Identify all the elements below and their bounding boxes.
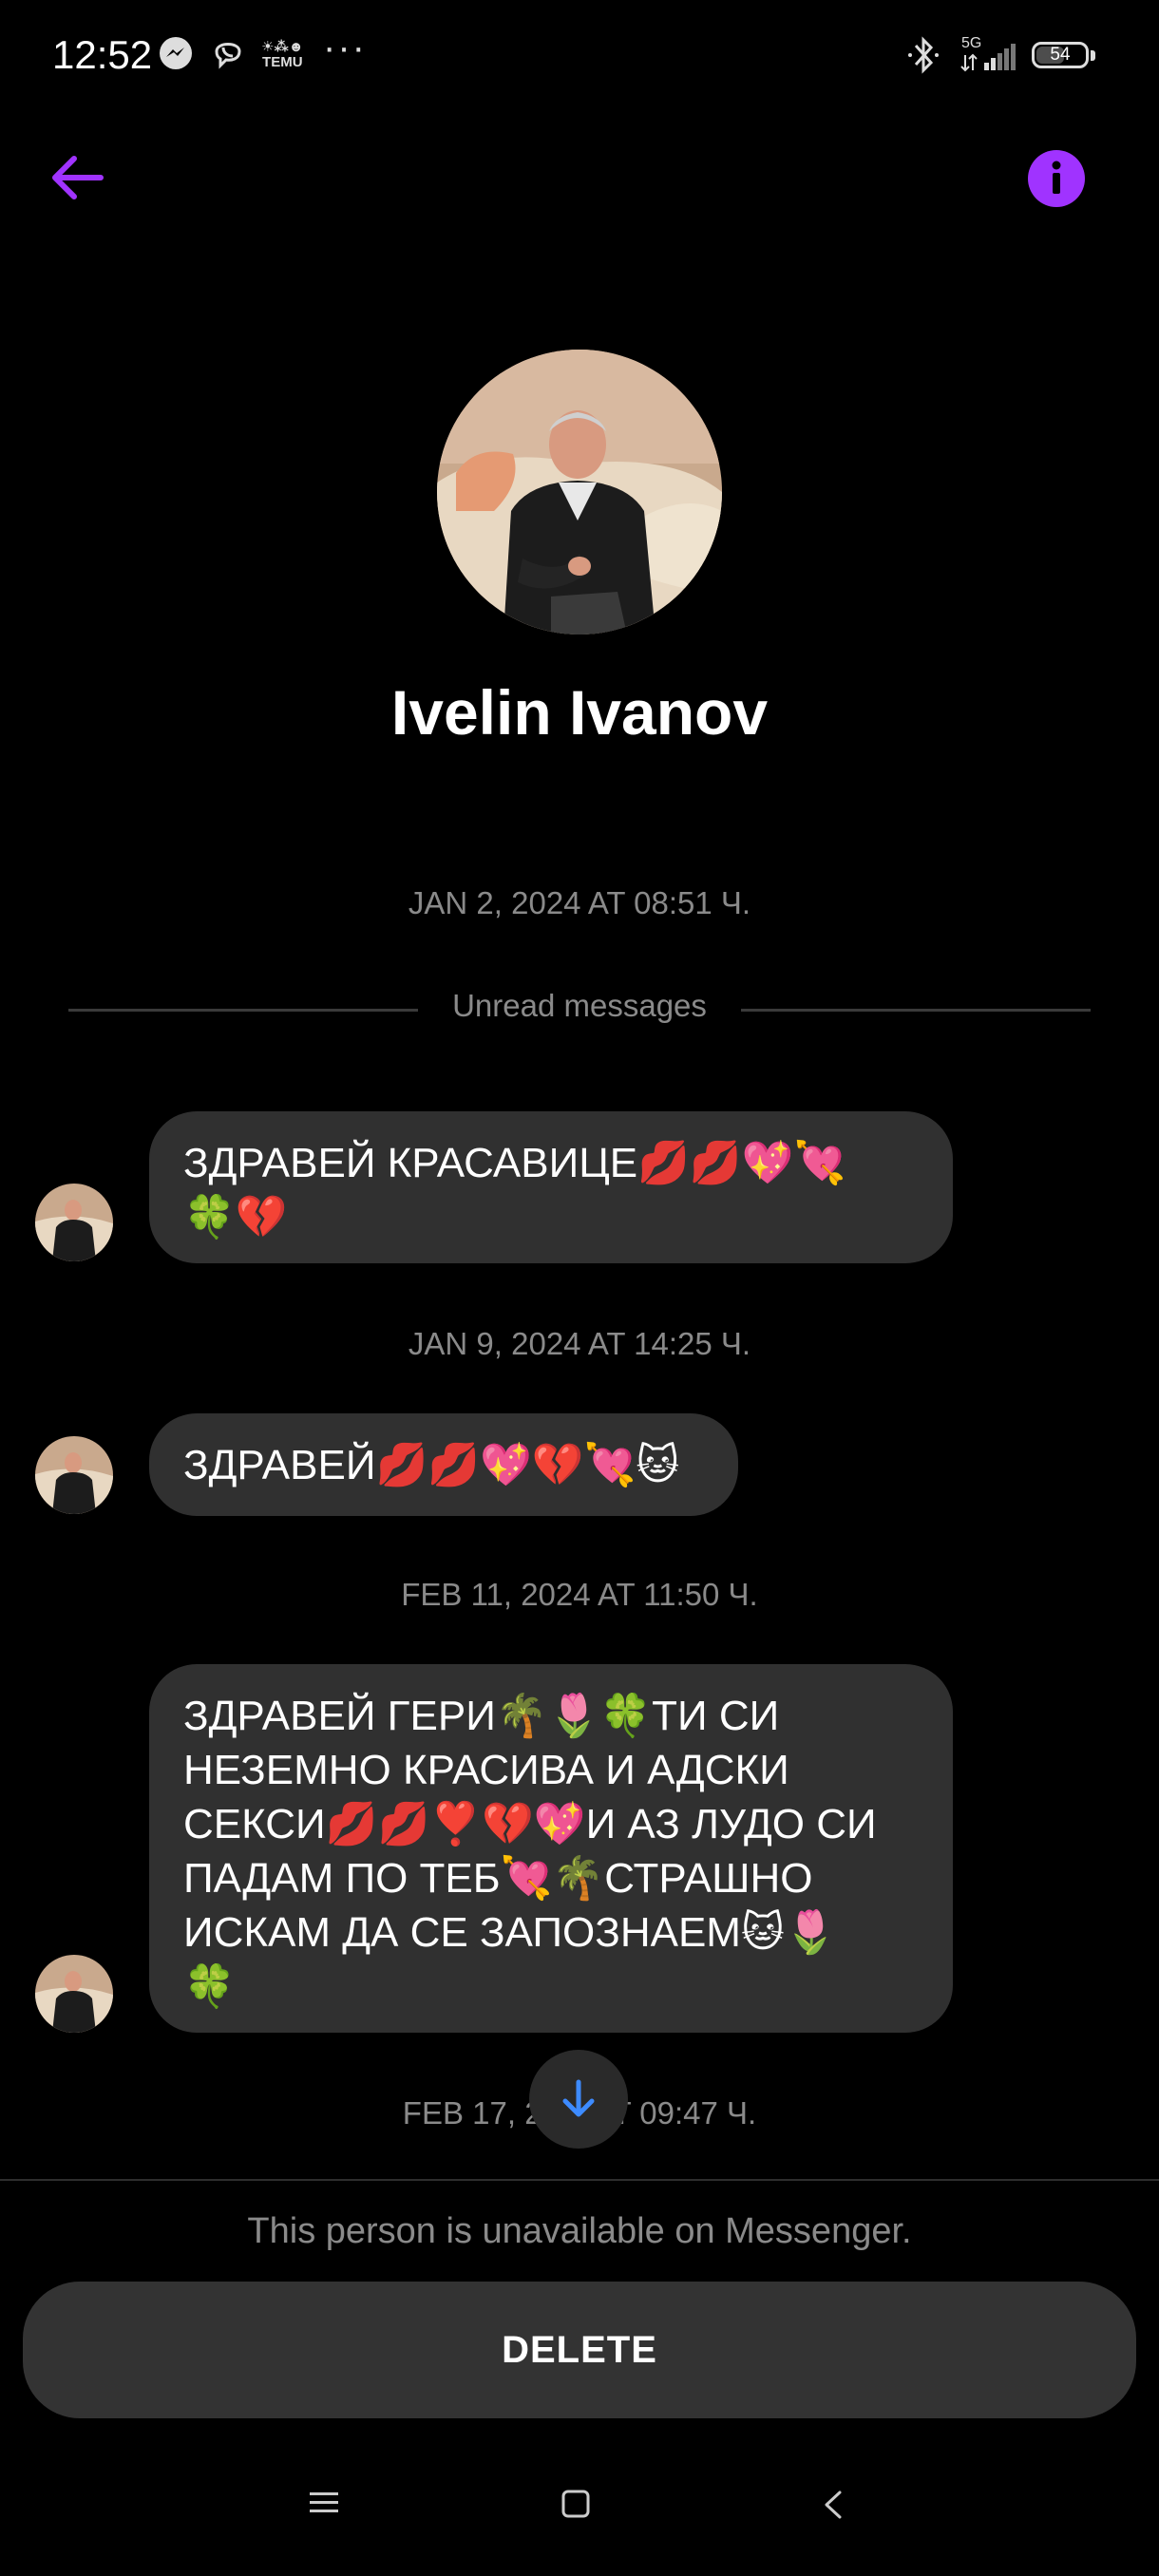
unread-divider: Unread messages xyxy=(68,988,1091,1033)
sender-avatar[interactable] xyxy=(35,1436,113,1514)
more-dots-icon: ··· xyxy=(323,27,367,68)
timestamp: JAN 2, 2024 AT 08:51 Ч. xyxy=(408,885,751,920)
timestamp: FEB 11, 2024 AT 11:50 Ч. xyxy=(401,1577,758,1612)
message-bubble[interactable]: ЗДРАВЕЙ💋💋💖💔💘🐱 xyxy=(149,1413,738,1516)
message-bubble[interactable]: ЗДРАВЕЙ ГЕРИ🌴🌷🍀ТИ СИ НЕЗЕМНО КРАСИВА И А… xyxy=(149,1664,953,2033)
unread-label: Unread messages xyxy=(452,988,707,1023)
arrow-down-icon xyxy=(562,2079,595,2117)
signal-5g-icon: 5G xyxy=(960,32,1020,72)
info-icon xyxy=(1052,161,1061,194)
scroll-to-bottom-button[interactable] xyxy=(529,2050,628,2149)
back-chevron-icon[interactable] xyxy=(819,2489,847,2521)
battery-level: 54 xyxy=(1050,45,1071,65)
menu-icon[interactable] xyxy=(308,2489,340,2517)
unavailable-notice: This person is unavailable on Messenger. xyxy=(247,2211,912,2251)
sender-avatar[interactable] xyxy=(35,1955,113,2033)
message-bubble[interactable]: ЗДРАВЕЙ КРАСАВИЦЕ💋💋💖💘 🍀💔 xyxy=(149,1111,953,1263)
sender-avatar[interactable] xyxy=(35,1184,113,1261)
status-time: 12:52 xyxy=(52,32,153,77)
temu-label: TEMU xyxy=(262,54,303,70)
temu-icon: ☀⁂☻ TEMU xyxy=(261,39,304,70)
info-button[interactable] xyxy=(1028,150,1085,207)
arrow-left-icon xyxy=(52,156,104,199)
home-square-icon[interactable] xyxy=(560,2489,593,2519)
footer-divider xyxy=(0,2179,1159,2181)
timestamp-part-right: T 09:47 Ч. xyxy=(612,2095,757,2131)
battery-indicator: 54 xyxy=(1032,42,1089,68)
profile-name: Ivelin Ivanov xyxy=(390,677,769,748)
profile-avatar[interactable] xyxy=(437,350,722,635)
bluetooth-icon xyxy=(904,34,942,74)
messenger-icon xyxy=(157,34,195,72)
battery-tip xyxy=(1091,50,1095,61)
timestamp-part-left: FEB 17, 2 xyxy=(402,2095,542,2131)
unread-line-right xyxy=(741,1009,1091,1012)
delete-button[interactable]: DELETE xyxy=(23,2282,1136,2418)
back-button[interactable] xyxy=(46,142,112,209)
viber-icon xyxy=(209,34,247,72)
status-bar: 12:52 ☀⁂☻ TEMU ··· 5G 54 xyxy=(0,0,1159,114)
timestamp: JAN 9, 2024 AT 14:25 Ч. xyxy=(408,1326,751,1361)
network-label: 5G xyxy=(961,35,981,51)
